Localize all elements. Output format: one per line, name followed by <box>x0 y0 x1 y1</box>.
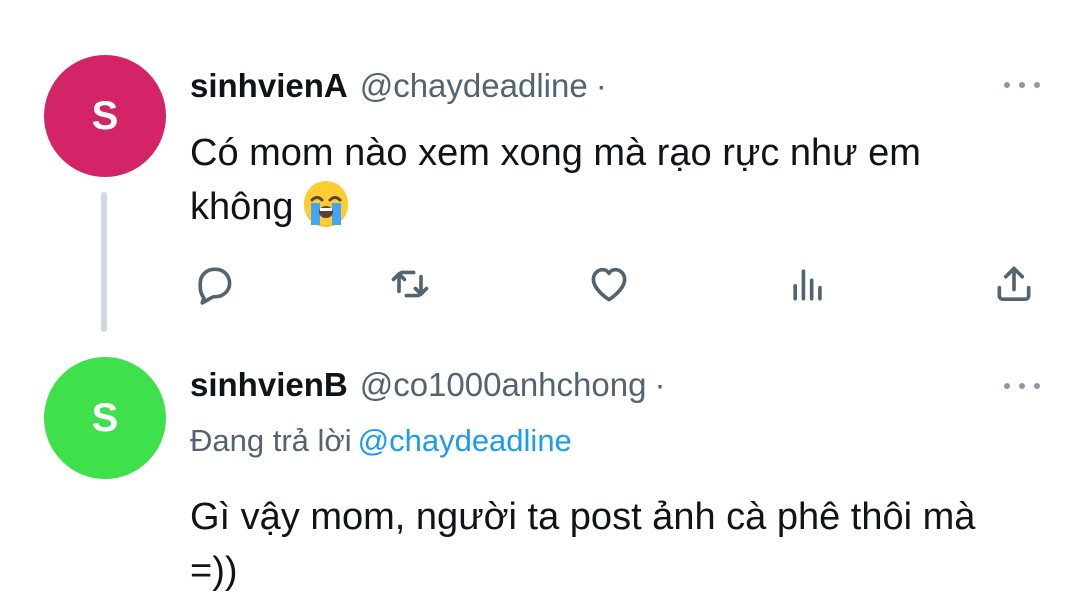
tweet-header: sinhvienA @chaydeadline · <box>190 66 607 106</box>
display-name[interactable]: sinhvienA <box>190 67 348 105</box>
tweet-text-content: Có mom nào xem xong mà rạo rực như em kh… <box>190 132 921 228</box>
avatar[interactable]: S <box>44 55 166 177</box>
reply-icon <box>198 267 232 305</box>
tweet[interactable]: S sinhvienA @chaydeadline · Có mom nào x… <box>0 0 1080 345</box>
avatar[interactable]: S <box>44 357 166 479</box>
header-separator: · <box>595 67 607 104</box>
replying-to-mention[interactable]: @chaydeadline <box>358 423 572 458</box>
tweet-header: sinhvienB @co1000anhchong · <box>190 365 665 405</box>
views-icon <box>793 269 822 301</box>
share-button[interactable] <box>990 260 1038 308</box>
tweet-text: Gì vậy mom, người ta post ảnh cà phê thô… <box>190 490 1010 598</box>
more-options-icon[interactable] <box>1004 75 1040 95</box>
display-name[interactable]: sinhvienB <box>190 366 348 404</box>
retweet-icon <box>391 270 429 298</box>
header-separator: · <box>654 366 666 403</box>
tweet-text: Có mom nào xem xong mà rạo rực như em kh… <box>190 126 1010 244</box>
reply-button[interactable] <box>190 260 238 308</box>
thread-connector-line <box>101 192 107 332</box>
retweet-button[interactable] <box>386 260 434 308</box>
user-handle[interactable]: @chaydeadline <box>360 67 588 105</box>
share-icon <box>997 266 1031 302</box>
tweet-actions <box>190 260 1040 310</box>
like-icon <box>591 267 627 302</box>
like-button[interactable] <box>585 260 633 308</box>
user-handle[interactable]: @co1000anhchong <box>360 366 647 404</box>
tweet-text-content: Gì vậy mom, người ta post ảnh cà phê thô… <box>190 496 976 592</box>
tweet[interactable]: S sinhvienB @co1000anhchong · Đang trả l… <box>0 345 1080 614</box>
more-options-icon[interactable] <box>1004 376 1040 396</box>
views-button[interactable] <box>784 260 832 308</box>
replying-to: Đang trả lời @chaydeadline <box>190 423 572 459</box>
loudly-crying-face-icon <box>302 181 350 244</box>
replying-to-label: Đang trả lời <box>190 423 352 458</box>
